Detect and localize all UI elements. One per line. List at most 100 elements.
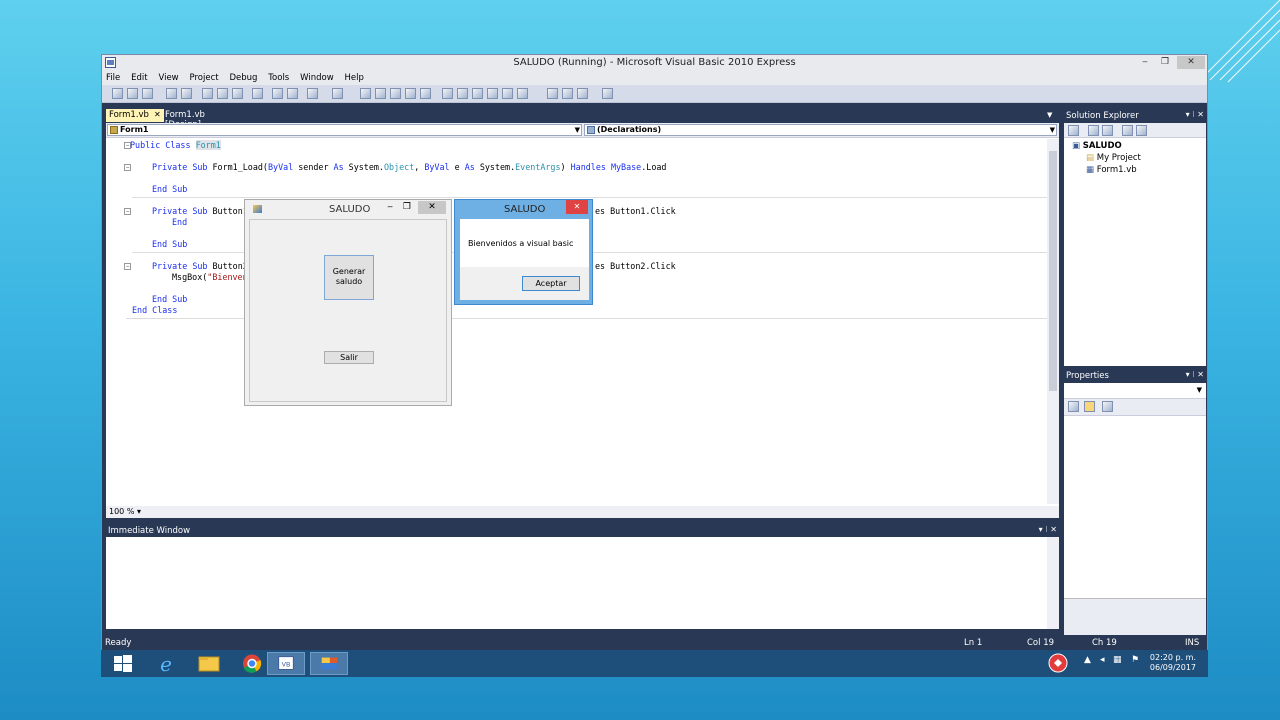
fold-toggle-icon[interactable]: − [124, 164, 131, 171]
alphabetical-icon[interactable] [1084, 401, 1095, 412]
solution-explorer-icon[interactable] [442, 88, 453, 99]
scroll-thumb[interactable] [1049, 151, 1057, 391]
chevron-down-icon: ▼ [574, 126, 580, 134]
msgbox-close-button[interactable]: ✕ [566, 200, 588, 214]
tab-form1-code[interactable]: Form1.vb ✕ [106, 109, 164, 122]
msgbox-title-bar[interactable]: SALUDO ✕ [455, 200, 592, 219]
form-minimize-button[interactable]: ‒ [387, 202, 393, 212]
title-bar[interactable]: SALUDO (Running) - Microsoft Visual Basi… [102, 55, 1207, 71]
show-all-files-icon[interactable] [1088, 125, 1099, 136]
uncomment-icon[interactable] [287, 88, 298, 99]
fold-toggle-icon[interactable]: − [124, 208, 131, 215]
member-combo[interactable]: (Declarations) ▼ [584, 124, 1057, 136]
form-title-bar[interactable]: SALUDO ‒ ❐ ✕ [245, 200, 451, 219]
form-maximize-button[interactable]: ❐ [403, 202, 411, 212]
panel-controls[interactable]: ▾ ⁝ ✕ [1039, 525, 1057, 534]
method-separator [132, 197, 1047, 198]
form-close-button[interactable]: ✕ [418, 201, 446, 214]
menu-view[interactable]: View [154, 71, 182, 85]
zoom-level[interactable]: 100 % ▾ [106, 506, 1059, 518]
indent-icon[interactable] [562, 88, 573, 99]
object-browser-icon[interactable] [472, 88, 483, 99]
fold-toggle-icon[interactable]: − [124, 263, 131, 270]
panel-controls[interactable]: ▾ ⁝ ✕ [1186, 110, 1204, 119]
menu-edit[interactable]: Edit [127, 71, 151, 85]
refresh-icon[interactable] [1102, 125, 1113, 136]
visual-basic-taskbar-icon[interactable]: VB [267, 652, 305, 675]
generar-saludo-button[interactable]: Generar saludo [324, 255, 374, 300]
error-list-icon[interactable] [502, 88, 513, 99]
toolbox-icon[interactable] [487, 88, 498, 99]
outdent-icon[interactable] [577, 88, 588, 99]
start-debug-icon[interactable] [360, 88, 371, 99]
minimize-button[interactable]: ‒ [1137, 56, 1153, 69]
format-icon[interactable] [547, 88, 558, 99]
network-icon[interactable]: ▦ [1113, 655, 1122, 665]
immediate-icon[interactable] [517, 88, 528, 99]
internet-explorer-icon[interactable]: e [147, 652, 185, 675]
security-tray-icon[interactable] [1047, 652, 1069, 674]
find-icon[interactable] [252, 88, 263, 99]
show-hidden-icons[interactable]: ▲ [1084, 655, 1091, 665]
copy-icon[interactable] [217, 88, 228, 99]
object-combo[interactable]: Form1 ▼ [107, 124, 582, 136]
decorative-stripes [1200, 0, 1280, 83]
code-line: Private Sub Button2_ [152, 261, 253, 271]
comment-icon[interactable] [272, 88, 283, 99]
menu-help[interactable]: Help [341, 71, 368, 85]
undo-icon[interactable] [307, 88, 318, 99]
tab-close-icon[interactable]: ✕ [154, 110, 161, 119]
immediate-scrollbar[interactable] [1047, 537, 1059, 629]
properties-icon[interactable] [457, 88, 468, 99]
panel-title: Properties [1066, 371, 1109, 381]
immediate-window[interactable] [106, 537, 1059, 629]
property-pages-icon[interactable] [1102, 401, 1113, 412]
saludo-app-taskbar-icon[interactable] [310, 652, 348, 675]
menu-file[interactable]: File [102, 71, 124, 85]
view-designer-icon[interactable] [1136, 125, 1147, 136]
aceptar-button[interactable]: Aceptar [522, 276, 580, 291]
salir-button[interactable]: Salir [324, 351, 374, 364]
editor-vertical-scrollbar[interactable] [1047, 139, 1059, 504]
maximize-button[interactable]: ❐ [1157, 56, 1173, 69]
properties-toolbar [1064, 399, 1206, 416]
redo-icon[interactable] [332, 88, 343, 99]
object-selector[interactable]: ▼ [1064, 383, 1206, 399]
paste-icon[interactable] [232, 88, 243, 99]
tree-item-project[interactable]: ▣ SALUDO [1072, 141, 1122, 151]
tree-item-my-project[interactable]: ▤ My Project [1086, 153, 1141, 163]
chrome-icon[interactable] [233, 652, 271, 675]
options-icon[interactable] [602, 88, 613, 99]
properties-icon[interactable] [1068, 125, 1079, 136]
view-code-icon[interactable] [1122, 125, 1133, 136]
save-icon[interactable] [166, 88, 177, 99]
new-project-icon[interactable] [112, 88, 123, 99]
close-button[interactable]: ✕ [1177, 56, 1205, 69]
menu-tools[interactable]: Tools [264, 71, 293, 85]
tab-form1-design[interactable]: Form1.vb [Design] [162, 109, 208, 130]
file-explorer-icon[interactable] [190, 652, 228, 675]
menu-project[interactable]: Project [186, 71, 223, 85]
volume-icon[interactable]: ◂ [1100, 655, 1105, 665]
window-title: SALUDO (Running) - Microsoft Visual Basi… [513, 57, 796, 68]
action-center-icon[interactable]: ⚑ [1131, 655, 1139, 665]
step-into-icon[interactable] [390, 88, 401, 99]
status-ready: Ready [105, 638, 132, 648]
object-combo-value: Form1 [120, 125, 149, 134]
step-over-icon[interactable] [405, 88, 416, 99]
menu-window[interactable]: Window [296, 71, 338, 85]
panel-controls[interactable]: ▾ ⁝ ✕ [1186, 370, 1204, 379]
cut-icon[interactable] [202, 88, 213, 99]
menu-debug[interactable]: Debug [225, 71, 261, 85]
save-all-icon[interactable] [181, 88, 192, 99]
categorized-icon[interactable] [1068, 401, 1079, 412]
tab-overflow-icon[interactable]: ▼ [1047, 111, 1052, 119]
add-item-icon[interactable] [142, 88, 153, 99]
start-windows-icon[interactable] [104, 652, 142, 675]
open-icon[interactable] [127, 88, 138, 99]
stop-debug-icon[interactable] [375, 88, 386, 99]
clock[interactable]: 02:20 p. m. 06/09/2017 [1150, 653, 1196, 673]
step-out-icon[interactable] [420, 88, 431, 99]
chevron-down-icon: ▼ [1049, 126, 1055, 134]
tree-item-form1[interactable]: ▦ Form1.vb [1086, 165, 1137, 175]
